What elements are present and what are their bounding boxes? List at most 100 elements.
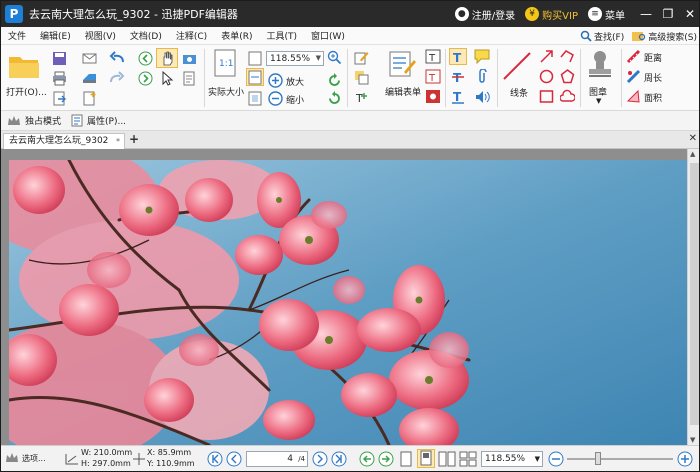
stamp-button[interactable] <box>585 49 615 79</box>
polygon-tool-button[interactable] <box>558 68 576 85</box>
text-field-button[interactable]: T <box>424 48 442 65</box>
save-button[interactable] <box>51 50 67 66</box>
open-button[interactable] <box>7 51 41 81</box>
maximize-button[interactable]: ❐ <box>657 1 679 27</box>
continuous-page-button[interactable] <box>417 449 435 468</box>
add-text-button[interactable]: T <box>353 89 369 105</box>
menu-document[interactable]: 文档(D) <box>123 29 169 42</box>
note-button[interactable] <box>473 48 491 65</box>
object-icon <box>354 70 368 84</box>
text-select-button[interactable] <box>181 70 197 86</box>
app-logo-icon: P <box>5 5 23 23</box>
strikeout-button[interactable]: T <box>449 68 467 85</box>
edit-content-button[interactable] <box>353 49 369 65</box>
hand-tool-button[interactable] <box>156 48 178 68</box>
underline-button[interactable]: T <box>449 88 467 105</box>
prev-view-button[interactable] <box>137 50 153 66</box>
zoom-combo[interactable]: 118.55% ▼ <box>266 51 324 66</box>
redo-button[interactable] <box>108 70 126 86</box>
select-tool-button[interactable] <box>158 70 176 86</box>
facing-page-icon[interactable] <box>438 451 456 467</box>
email-icon <box>82 53 96 63</box>
first-page-icon[interactable] <box>207 451 223 467</box>
snapshot-button[interactable] <box>181 50 197 66</box>
single-page-icon[interactable] <box>399 451 413 467</box>
cursor-position-icon <box>133 453 145 465</box>
attach-button[interactable] <box>473 68 491 85</box>
properties-button[interactable]: 属性(P)... <box>71 114 126 127</box>
typewriter-button[interactable]: T <box>449 48 467 65</box>
fit-page-button[interactable] <box>247 50 263 66</box>
options-button[interactable]: 选项... <box>5 452 46 464</box>
login-button[interactable]: ● 注册/登录 <box>454 7 515 22</box>
menu-file[interactable]: 文件 <box>1 29 33 42</box>
sound-button[interactable] <box>473 88 491 105</box>
perimeter-tool-button[interactable] <box>625 68 641 84</box>
zoom-in-icon[interactable] <box>677 451 693 467</box>
next-view-button[interactable] <box>137 70 153 86</box>
back-view-icon[interactable] <box>359 451 375 467</box>
find-button[interactable]: 查找(F) <box>580 30 624 43</box>
area-tool-button[interactable] <box>625 88 641 104</box>
minimize-button[interactable]: — <box>635 1 657 27</box>
scan-button[interactable] <box>81 70 97 86</box>
advanced-search-button[interactable]: 高级搜索(S) <box>632 30 697 43</box>
text-box-button[interactable]: T <box>424 68 442 85</box>
distance-label: 距离 <box>644 54 663 64</box>
vertical-scrollbar[interactable]: ▲ ▼ <box>687 149 699 445</box>
menu-form[interactable]: 表单(R) <box>214 29 259 42</box>
scroll-down-icon[interactable]: ▼ <box>690 436 695 444</box>
zoom-out-icon[interactable] <box>548 451 564 467</box>
close-tab-button[interactable]: ✕ <box>689 133 697 144</box>
edit-object-button[interactable] <box>353 69 369 85</box>
edit-form-button[interactable] <box>387 49 419 79</box>
line-tool-button[interactable] <box>501 51 533 81</box>
fit-visible-button[interactable] <box>247 90 263 106</box>
actual-size-button[interactable]: 1:1 <box>211 49 239 77</box>
scroll-up-icon[interactable]: ▲ <box>690 150 695 158</box>
continuous-page-icon <box>420 450 432 466</box>
polyline-tool-button[interactable] <box>558 48 576 65</box>
menu-button[interactable]: ≡ 菜单 <box>588 7 625 22</box>
page-number-input[interactable]: 4 /4 <box>246 451 308 467</box>
new-doc-button[interactable] <box>81 90 97 106</box>
scroll-thumb[interactable] <box>690 163 699 425</box>
zoom-in-button[interactable] <box>267 72 283 88</box>
print-button[interactable] <box>51 70 67 86</box>
menu-comment[interactable]: 注释(C) <box>169 29 214 42</box>
undo-button[interactable] <box>108 50 126 66</box>
new-tab-button[interactable]: + <box>128 133 140 147</box>
last-page-icon[interactable] <box>331 451 347 467</box>
buy-vip-button[interactable]: ¥ 购买VIP <box>525 7 578 22</box>
document-tab[interactable]: 去云南大理怎么玩_9302 * <box>3 133 125 149</box>
rect-tool-button[interactable] <box>537 88 555 105</box>
distance-tool-button[interactable] <box>625 48 641 64</box>
zoom-out-button[interactable] <box>267 90 283 106</box>
document-viewport[interactable] <box>1 149 688 445</box>
arrow-tool-button[interactable] <box>537 48 555 65</box>
marquee-zoom-button[interactable] <box>326 49 342 65</box>
menu-window[interactable]: 窗口(W) <box>304 29 352 42</box>
edit-pen-icon <box>354 51 368 64</box>
cloud-tool-button[interactable] <box>558 88 576 105</box>
forward-view-icon[interactable] <box>378 451 394 467</box>
menu-tools[interactable]: 工具(T) <box>259 29 304 42</box>
signature-button[interactable] <box>424 88 442 105</box>
exclusive-mode-button[interactable]: 独占模式 <box>7 114 61 127</box>
stamp-dropdown-icon[interactable]: ▼ <box>596 97 601 105</box>
next-page-icon[interactable] <box>312 451 328 467</box>
email-button[interactable] <box>81 50 97 66</box>
rotate-cw-button[interactable] <box>326 72 342 88</box>
menu-edit[interactable]: 编辑(E) <box>33 29 78 42</box>
zoom-select[interactable]: 118.55% ▼ <box>481 451 543 467</box>
fit-width-button[interactable] <box>246 68 264 86</box>
rotate-ccw-button[interactable] <box>326 90 342 106</box>
menu-view[interactable]: 视图(V) <box>78 29 123 42</box>
zoom-slider-thumb[interactable] <box>595 452 601 465</box>
prev-page-icon[interactable] <box>226 451 242 467</box>
close-button[interactable]: ✕ <box>679 1 699 27</box>
ellipse-tool-button[interactable] <box>537 68 555 85</box>
facing-continuous-icon[interactable] <box>459 451 477 467</box>
export-button[interactable] <box>51 90 67 106</box>
zoom-slider-track[interactable] <box>567 458 673 460</box>
